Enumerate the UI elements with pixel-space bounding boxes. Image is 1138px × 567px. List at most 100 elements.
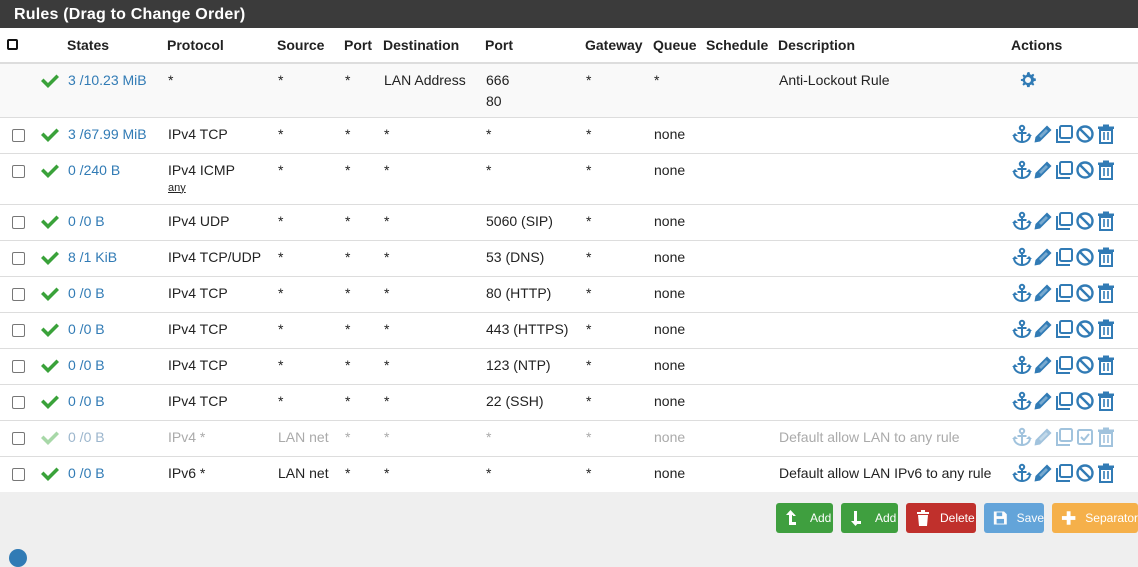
row-checkbox[interactable]: [12, 128, 25, 142]
copy-icon[interactable]: [1054, 124, 1074, 144]
trash-icon[interactable]: [1096, 427, 1116, 447]
disable-icon[interactable]: [1075, 124, 1095, 144]
row-checkbox[interactable]: [12, 431, 25, 445]
row-checkbox[interactable]: [12, 251, 25, 265]
anchor-icon[interactable]: [1012, 463, 1032, 483]
states-link[interactable]: 0 /0 B: [68, 321, 105, 337]
edit-icon[interactable]: [1033, 247, 1053, 267]
edit-icon[interactable]: [1033, 160, 1053, 180]
copy-icon[interactable]: [1054, 319, 1074, 339]
states-link[interactable]: 8 /1 KiB: [68, 249, 117, 265]
col-description[interactable]: Description: [778, 28, 1011, 64]
col-states[interactable]: States: [67, 28, 167, 64]
edit-icon[interactable]: [1033, 463, 1053, 483]
anchor-icon[interactable]: [1012, 355, 1032, 375]
disable-icon[interactable]: [1075, 160, 1095, 180]
enable-icon[interactable]: [1075, 427, 1095, 447]
anchor-icon[interactable]: [1012, 391, 1032, 411]
gear-icon[interactable]: [1018, 70, 1038, 90]
copy-icon[interactable]: [1054, 247, 1074, 267]
disable-icon[interactable]: [1075, 355, 1095, 375]
states-link[interactable]: 3 /67.99 MiB: [68, 126, 147, 142]
states-link[interactable]: 0 /0 B: [68, 213, 105, 229]
anchor-icon[interactable]: [1012, 319, 1032, 339]
row-checkbox[interactable]: [12, 164, 25, 178]
disable-icon[interactable]: [1075, 247, 1095, 267]
copy-icon[interactable]: [1054, 160, 1074, 180]
anchor-icon[interactable]: [1012, 160, 1032, 180]
trash-icon[interactable]: [1096, 355, 1116, 375]
copy-icon[interactable]: [1054, 391, 1074, 411]
edit-icon[interactable]: [1033, 355, 1053, 375]
col-schedule[interactable]: Schedule: [706, 28, 778, 64]
copy-icon[interactable]: [1054, 427, 1074, 447]
table-row[interactable]: 0 /0 B IPv4 UDP * * * 5060 (SIP) * none: [0, 203, 1138, 240]
col-destination[interactable]: Destination: [383, 28, 485, 64]
table-row[interactable]: 0 /240 B IPv4 ICMP any * * * * * none: [0, 152, 1138, 204]
table-row[interactable]: 0 /0 B IPv4 TCP * * * 123 (NTP) * none: [0, 347, 1138, 384]
trash-icon[interactable]: [1096, 247, 1116, 267]
row-checkbox[interactable]: [12, 323, 25, 337]
states-link[interactable]: 0 /0 B: [68, 465, 105, 481]
trash-icon[interactable]: [1096, 211, 1116, 231]
col-source-port[interactable]: Port: [344, 28, 383, 64]
edit-icon[interactable]: [1033, 124, 1053, 144]
disable-icon[interactable]: [1075, 319, 1095, 339]
row-checkbox[interactable]: [12, 215, 25, 229]
edit-icon[interactable]: [1033, 283, 1053, 303]
col-queue[interactable]: Queue: [653, 28, 706, 64]
add-bottom-button[interactable]: Add: [841, 503, 898, 533]
states-link[interactable]: 0 /0 B: [68, 393, 105, 409]
col-protocol[interactable]: Protocol: [167, 28, 277, 64]
trash-icon[interactable]: [1096, 160, 1116, 180]
row-checkbox[interactable]: [12, 467, 25, 481]
copy-icon[interactable]: [1054, 211, 1074, 231]
anchor-icon[interactable]: [1012, 211, 1032, 231]
source-cell: *: [277, 116, 344, 153]
states-link[interactable]: 0 /0 B: [68, 429, 105, 445]
copy-icon[interactable]: [1054, 463, 1074, 483]
table-row[interactable]: 0 /0 B IPv6 * LAN net * * * * none Defau…: [0, 455, 1138, 492]
anchor-icon[interactable]: [1012, 247, 1032, 267]
disable-icon[interactable]: [1075, 463, 1095, 483]
info-icon[interactable]: [9, 549, 27, 567]
disable-icon[interactable]: [1075, 283, 1095, 303]
row-checkbox[interactable]: [12, 287, 25, 301]
states-link[interactable]: 3 /10.23 MiB: [68, 72, 147, 88]
table-row[interactable]: 0 /0 B IPv4 TCP * * * 22 (SSH) * none: [0, 383, 1138, 420]
trash-icon[interactable]: [1096, 463, 1116, 483]
states-link[interactable]: 0 /240 B: [68, 162, 120, 178]
trash-icon[interactable]: [1096, 283, 1116, 303]
table-row[interactable]: 0 /0 B IPv4 TCP * * * 80 (HTTP) * none: [0, 275, 1138, 312]
edit-icon[interactable]: [1033, 427, 1053, 447]
table-row[interactable]: 0 /0 B IPv4 * LAN net * * * * none Defau…: [0, 419, 1138, 456]
anchor-icon[interactable]: [1012, 427, 1032, 447]
separator-button[interactable]: Separator: [1052, 503, 1138, 533]
row-checkbox[interactable]: [12, 359, 25, 373]
add-top-button[interactable]: Add: [776, 503, 833, 533]
edit-icon[interactable]: [1033, 391, 1053, 411]
table-row[interactable]: 3 /67.99 MiB IPv4 TCP * * * * * none: [0, 116, 1138, 153]
table-row[interactable]: 8 /1 KiB IPv4 TCP/UDP * * * 53 (DNS) * n…: [0, 239, 1138, 276]
delete-button[interactable]: Delete: [906, 503, 976, 533]
col-gateway[interactable]: Gateway: [585, 28, 653, 64]
trash-icon[interactable]: [1096, 319, 1116, 339]
disable-icon[interactable]: [1075, 391, 1095, 411]
select-all-checkbox[interactable]: [7, 39, 18, 50]
row-checkbox[interactable]: [12, 395, 25, 409]
table-row[interactable]: 0 /0 B IPv4 TCP * * * 443 (HTTPS) * none: [0, 311, 1138, 348]
save-button[interactable]: Save: [984, 503, 1044, 533]
states-link[interactable]: 0 /0 B: [68, 285, 105, 301]
edit-icon[interactable]: [1033, 319, 1053, 339]
trash-icon[interactable]: [1096, 391, 1116, 411]
anchor-icon[interactable]: [1012, 283, 1032, 303]
anchor-icon[interactable]: [1012, 124, 1032, 144]
states-link[interactable]: 0 /0 B: [68, 357, 105, 373]
trash-icon[interactable]: [1096, 124, 1116, 144]
col-dest-port[interactable]: Port: [485, 28, 585, 64]
copy-icon[interactable]: [1054, 355, 1074, 375]
col-source[interactable]: Source: [277, 28, 344, 64]
copy-icon[interactable]: [1054, 283, 1074, 303]
edit-icon[interactable]: [1033, 211, 1053, 231]
disable-icon[interactable]: [1075, 211, 1095, 231]
